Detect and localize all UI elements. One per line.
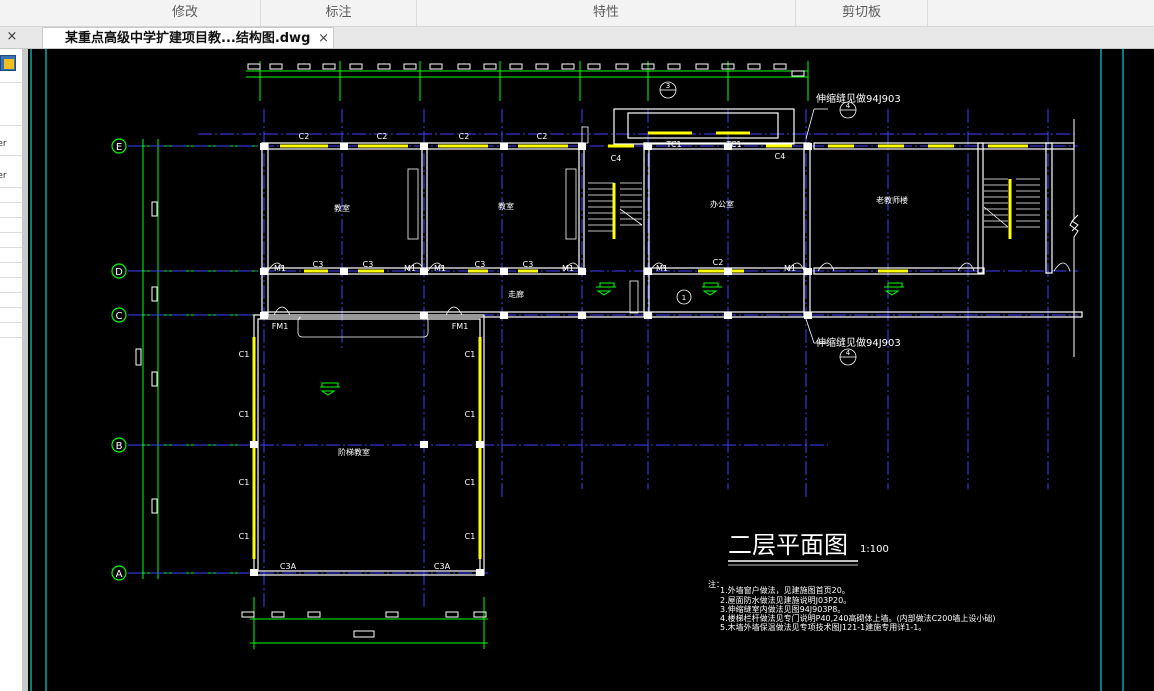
room-label: 教室 bbox=[334, 203, 350, 213]
panel-divider bbox=[0, 322, 22, 323]
document-tab-bar: × 某重点高级中学扩建项目教...结构图.dwg × bbox=[0, 27, 1154, 49]
panel-divider bbox=[0, 82, 22, 83]
note-line: 1.外墙窗户做法，见建施图首页20。 bbox=[720, 585, 850, 595]
door-label: M1 bbox=[274, 264, 286, 273]
window-label: TC1 bbox=[725, 140, 741, 149]
window-label: C2 bbox=[537, 132, 548, 141]
axis-label-D: D bbox=[115, 267, 123, 278]
top-dimension-strip bbox=[246, 61, 809, 101]
panel-divider bbox=[0, 337, 22, 338]
ribbon-panel-annotation[interactable]: 标注 bbox=[261, 0, 417, 26]
window-label: C1 bbox=[239, 532, 250, 541]
panel-divider bbox=[0, 125, 22, 126]
note-line: 3.伸缩缝室内做法见图94J903P8。 bbox=[720, 604, 845, 614]
window-label: C3A bbox=[280, 562, 297, 571]
layer-icon-accent bbox=[4, 59, 14, 69]
door-label: FM1 bbox=[452, 322, 469, 331]
axis-label-B: B bbox=[116, 441, 123, 452]
door-label: M1 bbox=[434, 264, 446, 273]
door-label: M1 bbox=[404, 264, 416, 273]
stair-right bbox=[983, 178, 1040, 228]
panel-divider bbox=[0, 307, 22, 308]
panel-divider bbox=[0, 277, 22, 278]
window-label: C1 bbox=[239, 478, 250, 487]
window-label: C1 bbox=[465, 350, 476, 359]
room-label: 老教师楼 bbox=[876, 195, 908, 205]
ribbon-panel-bar: 修改 标注 特性 剪切板 bbox=[0, 0, 1154, 27]
document-tab-title: 某重点高级中学扩建项目教...结构图.dwg bbox=[65, 31, 311, 46]
panel-row-text[interactable]: ver bbox=[0, 171, 7, 181]
window-label: C3 bbox=[475, 260, 486, 269]
window-label: C3 bbox=[523, 260, 534, 269]
window-label: C1 bbox=[465, 532, 476, 541]
window-label: TC1 bbox=[665, 140, 681, 149]
window-label: C4 bbox=[611, 154, 622, 163]
drawing-canvas[interactable]: E D C B A 教室 教室 办公室 老教师楼 走廊 阶梯教室 C2 C2 C… bbox=[28, 49, 1154, 691]
window-label: C3 bbox=[363, 260, 374, 269]
window-label: C1 bbox=[465, 478, 476, 487]
close-panel-icon[interactable]: × bbox=[4, 29, 20, 45]
panel-row-text[interactable]: ver bbox=[0, 139, 7, 149]
window-label: C1 bbox=[239, 350, 250, 359]
panel-divider bbox=[0, 155, 22, 156]
room-label: 阶梯教室 bbox=[338, 447, 370, 457]
panel-divider bbox=[0, 202, 22, 203]
callout-text: 伸缩缝见做94J903 bbox=[816, 92, 901, 105]
window-label: C2 bbox=[459, 132, 470, 141]
callout-text: 伸缩缝见做94J903 bbox=[816, 336, 901, 349]
door-label: M1 bbox=[562, 264, 574, 273]
window-label: C2 bbox=[713, 258, 724, 267]
floor-plan-drawing: E D C B A 教室 教室 办公室 老教师楼 走廊 阶梯教室 C2 C2 C… bbox=[30, 49, 1124, 691]
window-label: C4 bbox=[775, 152, 786, 161]
room-label: 走廊 bbox=[508, 289, 524, 299]
panel-divider bbox=[0, 217, 22, 218]
room-label: 办公室 bbox=[710, 199, 734, 209]
panel-divider bbox=[0, 292, 22, 293]
door-label: FM1 bbox=[272, 322, 289, 331]
panel-divider bbox=[0, 232, 22, 233]
door-label: M1 bbox=[656, 264, 668, 273]
window-label: C3 bbox=[313, 260, 324, 269]
room-label: 教室 bbox=[498, 201, 514, 211]
ribbon-panel-modify[interactable]: 修改 bbox=[110, 0, 261, 26]
callout-ref: 3 bbox=[666, 82, 670, 90]
panel-divider bbox=[0, 187, 22, 188]
panel-divider bbox=[0, 262, 22, 263]
note-line: 4.楼梯栏杆做法见专门说明P40,240高砌体上墙。(内部做法C200墙上设小础… bbox=[720, 613, 996, 623]
document-tab[interactable]: 某重点高级中学扩建项目教...结构图.dwg × bbox=[42, 27, 334, 48]
window-label: C1 bbox=[465, 410, 476, 419]
window-label: C1 bbox=[239, 410, 250, 419]
close-tab-icon[interactable]: × bbox=[318, 28, 329, 49]
axis-label-E: E bbox=[116, 142, 122, 153]
axis-label-C: C bbox=[116, 311, 123, 322]
callout-ref: 4 bbox=[846, 349, 851, 357]
drawing-scale: 1:100 bbox=[860, 544, 889, 555]
note-line: 5.木墙外墙保温做法见专项技术图J121-1建施专用详1-1。 bbox=[720, 622, 926, 632]
window-label: C3A bbox=[434, 562, 451, 571]
section-mark: 1 bbox=[682, 294, 686, 302]
window-label: C2 bbox=[299, 132, 310, 141]
ribbon-panel-clipboard[interactable]: 剪切板 bbox=[796, 0, 928, 26]
axis-label-A: A bbox=[116, 569, 123, 580]
door-label: M1 bbox=[784, 264, 796, 273]
note-line: 2.屋面防水做法见建施说明J03P20。 bbox=[720, 595, 851, 605]
drawing-title: 二层平面图 bbox=[728, 531, 848, 559]
window-label: C2 bbox=[377, 132, 388, 141]
panel-divider bbox=[0, 247, 22, 248]
properties-side-panel: ver ver bbox=[0, 49, 23, 691]
ribbon-panel-properties[interactable]: 特性 bbox=[417, 0, 796, 26]
